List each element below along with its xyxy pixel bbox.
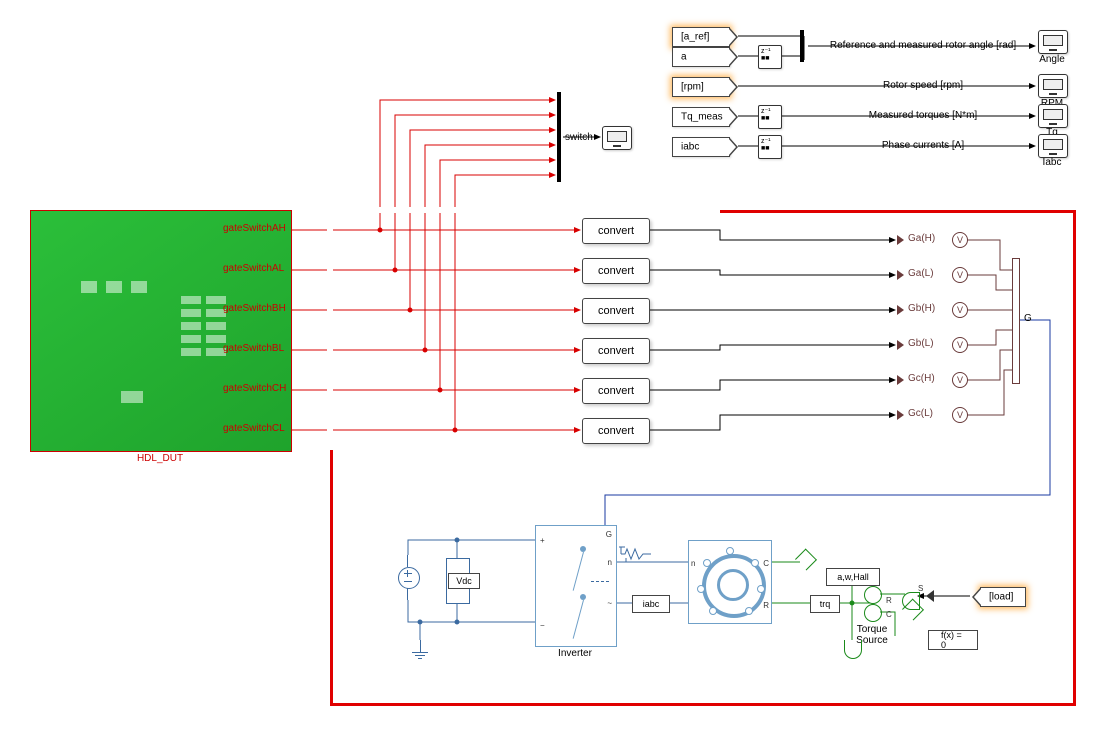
bldc-motor-block[interactable]: C R n xyxy=(688,540,772,624)
awh-block[interactable]: a,w,Hall xyxy=(826,568,880,586)
label-gbl: Gb(L) xyxy=(908,338,934,349)
voltmeter-5[interactable]: V xyxy=(952,372,968,388)
port-c: C xyxy=(886,610,892,619)
torque-source-block[interactable] xyxy=(864,586,880,620)
scope-angle[interactable] xyxy=(1038,30,1068,54)
hdl-dut-block[interactable] xyxy=(30,210,292,452)
scope-rpm[interactable] xyxy=(1038,74,1068,98)
mechanical-reference-2[interactable] xyxy=(905,602,919,616)
scope-switch[interactable] xyxy=(602,126,632,150)
neutral-ground[interactable] xyxy=(621,545,651,559)
iabc-sensor[interactable]: iabc xyxy=(632,595,670,613)
goto-gbh[interactable] xyxy=(897,305,904,315)
label-scope-angle: Angle xyxy=(1034,54,1070,65)
goto-gah[interactable] xyxy=(897,235,904,245)
label-gal: Ga(L) xyxy=(908,268,934,279)
goto-gch[interactable] xyxy=(897,375,904,385)
mechanical-ground-icon[interactable] xyxy=(844,640,862,659)
label-hdl-dut: HDL_DUT xyxy=(30,453,290,464)
rate-transition-iabc[interactable] xyxy=(758,135,782,159)
label-gbh: Gb(H) xyxy=(908,303,935,314)
area-gap-left xyxy=(327,210,333,450)
rate-transition-tq[interactable] xyxy=(758,105,782,129)
trq-block[interactable]: trq xyxy=(810,595,840,613)
from-tag-a-ref[interactable]: [a_ref] xyxy=(672,27,730,47)
mux-gates[interactable] xyxy=(1012,258,1020,384)
from-tag-load[interactable]: [load] xyxy=(980,587,1026,607)
convert-block-4[interactable]: convert xyxy=(582,338,650,364)
scope-iabc[interactable] xyxy=(1038,134,1068,158)
dc-voltage-source[interactable] xyxy=(398,555,418,600)
label-tq-desc: Measured torques [N*m] xyxy=(818,110,1028,121)
area-gap-top xyxy=(330,207,720,213)
from-tag-tqmeas[interactable]: Tq_meas xyxy=(672,107,730,127)
from-tag-a[interactable]: a xyxy=(672,47,730,67)
label-inverter: Inverter xyxy=(535,648,615,659)
goto-gal[interactable] xyxy=(897,270,904,280)
port-gateswitch-al: gateSwitchAL xyxy=(223,263,284,274)
arrow-load-icon xyxy=(926,590,934,602)
label-gah: Ga(H) xyxy=(908,233,935,244)
vdc-label-box: Vdc xyxy=(448,573,480,589)
area-gap-right xyxy=(1067,300,1073,340)
inverter-block[interactable]: + − G n ~ xyxy=(535,525,617,647)
label-rpm-desc: Rotor speed [rpm] xyxy=(818,80,1028,91)
scope-tq[interactable] xyxy=(1038,104,1068,128)
label-iabc-desc: Phase currents [A] xyxy=(818,140,1028,151)
label-gch: Gc(H) xyxy=(908,373,935,384)
from-tag-iabc-top[interactable]: iabc xyxy=(672,137,730,157)
rate-transition-a[interactable] xyxy=(758,45,782,69)
convert-block-5[interactable]: convert xyxy=(582,378,650,404)
convert-block-3[interactable]: convert xyxy=(582,298,650,324)
port-gateswitch-cl: gateSwitchCL xyxy=(223,423,285,434)
mechanical-reference-1[interactable] xyxy=(798,552,812,566)
port-r: R xyxy=(886,596,892,605)
label-switch: switch xyxy=(565,132,593,143)
convert-block-6[interactable]: convert xyxy=(582,418,650,444)
voltmeter-4[interactable]: V xyxy=(952,337,968,353)
port-s: S xyxy=(918,584,923,593)
label-angle-desc: Reference and measured rotor angle [rad] xyxy=(818,40,1028,51)
diagram-canvas: [a_ref] a Reference and measured rotor a… xyxy=(0,0,1096,746)
convert-block-2[interactable]: convert xyxy=(582,258,650,284)
label-scope-iabc: Iabc xyxy=(1034,157,1070,168)
label-mux-g: G xyxy=(1024,313,1032,324)
goto-gcl[interactable] xyxy=(897,410,904,420)
port-gateswitch-bl: gateSwitchBL xyxy=(223,343,284,354)
mux-angle[interactable] xyxy=(800,30,804,62)
solver-config-block[interactable]: f(x) = 0 xyxy=(928,630,978,650)
goto-gbl[interactable] xyxy=(897,340,904,350)
port-gateswitch-ah: gateSwitchAH xyxy=(223,223,286,234)
voltmeter-3[interactable]: V xyxy=(952,302,968,318)
voltmeter-1[interactable]: V xyxy=(952,232,968,248)
voltmeter-2[interactable]: V xyxy=(952,267,968,283)
label-gcl: Gc(L) xyxy=(908,408,933,419)
from-tag-rpm[interactable]: [rpm] xyxy=(672,77,730,97)
convert-block-1[interactable]: convert xyxy=(582,218,650,244)
electrical-ground[interactable] xyxy=(411,640,429,659)
port-gateswitch-bh: gateSwitchBH xyxy=(223,303,286,314)
mux-switch[interactable] xyxy=(557,92,561,182)
voltmeter-6[interactable]: V xyxy=(952,407,968,423)
port-gateswitch-ch: gateSwitchCH xyxy=(223,383,286,394)
